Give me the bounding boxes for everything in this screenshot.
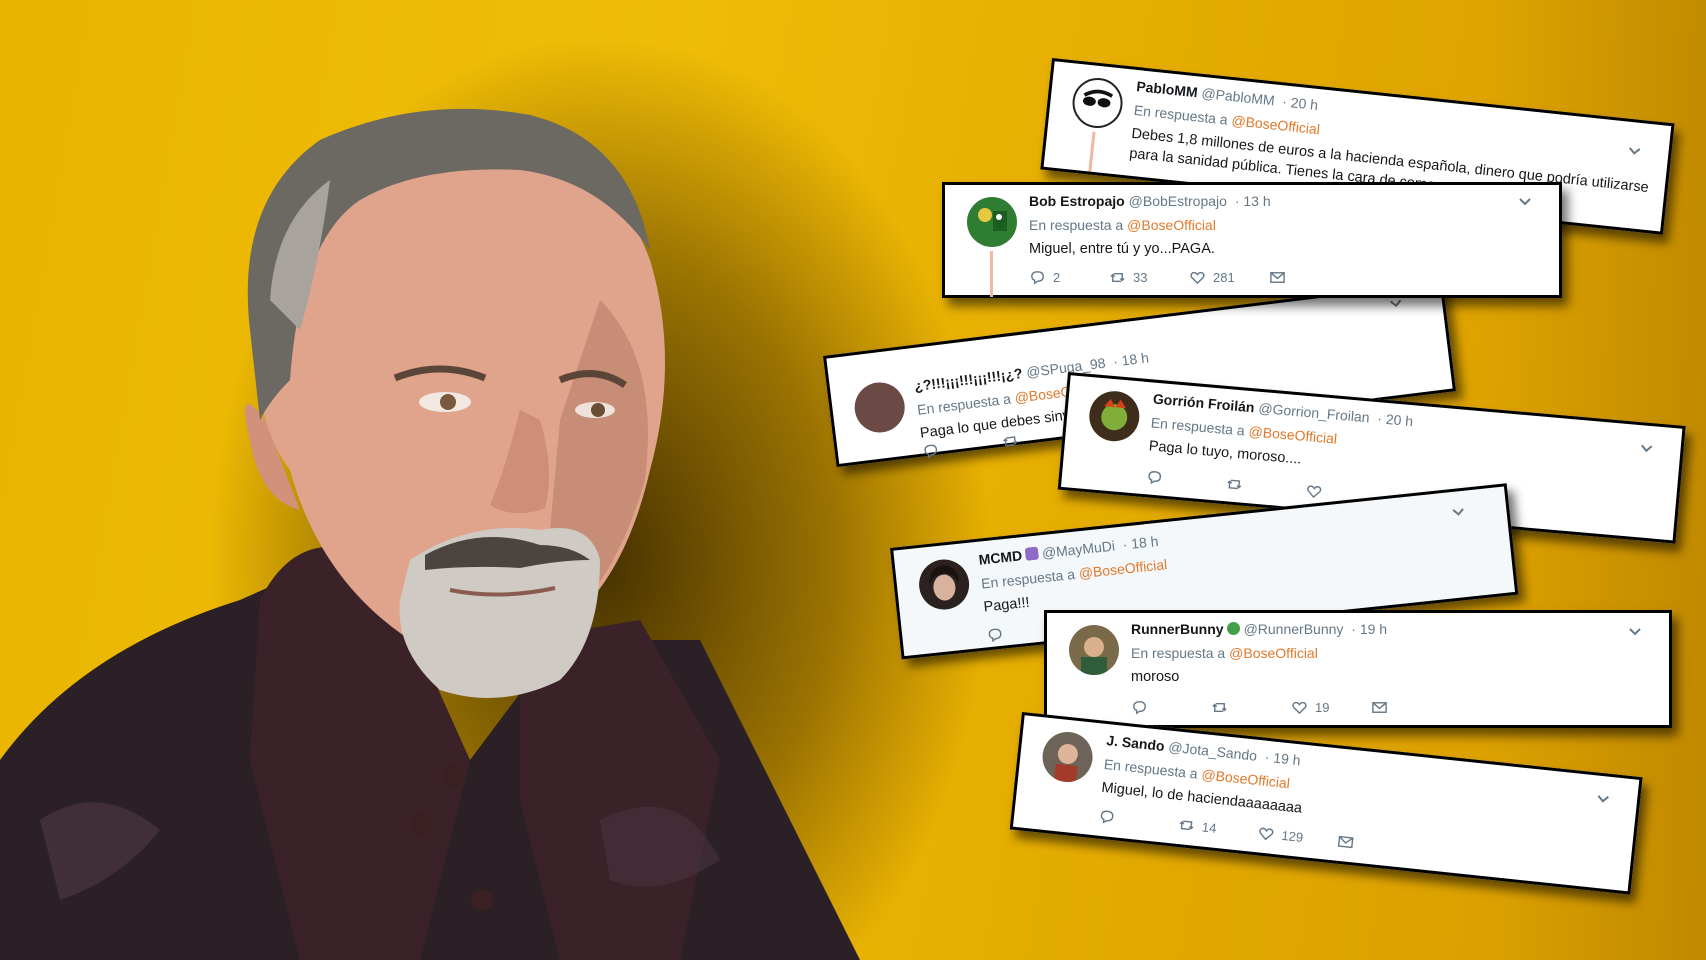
timestamp[interactable]: · 20 h bbox=[1282, 93, 1319, 113]
author-name[interactable]: Gorrión Froilán bbox=[1152, 391, 1255, 416]
tweet-text: Paga lo tuyo, moroso.... bbox=[1148, 438, 1303, 468]
avatar[interactable] bbox=[967, 197, 1017, 247]
author-name[interactable]: ¿?!!!¡¡¡!!!¡¡¡!!!¡¿? bbox=[913, 365, 1023, 394]
retweet-icon bbox=[1212, 703, 1227, 712]
timestamp[interactable]: · 19 h bbox=[1351, 621, 1387, 637]
chevron-down-icon[interactable] bbox=[1517, 193, 1533, 209]
like-button[interactable]: 129 bbox=[1257, 824, 1338, 849]
mail-icon bbox=[1337, 835, 1354, 849]
tweet-text: moroso bbox=[1131, 669, 1180, 685]
retweet-button[interactable] bbox=[1211, 699, 1291, 716]
reply-icon bbox=[988, 628, 1002, 643]
reply-icon bbox=[924, 444, 938, 459]
heart-icon bbox=[1259, 827, 1274, 841]
author-handle[interactable]: @Jota_Sando bbox=[1168, 739, 1258, 764]
octopus-emoji-icon bbox=[1024, 546, 1039, 561]
mention-link[interactable]: @BoseOfficial bbox=[1229, 645, 1318, 661]
retweet-icon bbox=[1110, 273, 1125, 282]
chevron-down-icon[interactable] bbox=[1594, 789, 1612, 807]
like-count: 19 bbox=[1315, 700, 1330, 715]
reply-button[interactable]: 2 bbox=[1029, 269, 1109, 286]
avatar[interactable] bbox=[1087, 389, 1142, 444]
heart-icon bbox=[1292, 701, 1307, 715]
mention-link[interactable]: @BoseOfficial bbox=[1201, 766, 1291, 791]
author-handle[interactable]: @RunnerBunny bbox=[1244, 621, 1344, 637]
tweet-actions: 19 bbox=[1131, 699, 1451, 716]
tweet-card[interactable]: Bob Estropajo @BobEstropajo · 13 h En res… bbox=[942, 182, 1562, 298]
retweet-count: 14 bbox=[1201, 819, 1218, 836]
retweet-icon bbox=[1179, 820, 1194, 831]
avatar[interactable] bbox=[1069, 625, 1119, 675]
dm-button[interactable] bbox=[1336, 833, 1417, 858]
timestamp[interactable]: · 18 h bbox=[1112, 349, 1149, 369]
author-handle[interactable]: @PabloMM bbox=[1201, 85, 1276, 109]
mail-icon bbox=[1372, 702, 1387, 713]
dm-button[interactable] bbox=[1371, 699, 1451, 716]
thread-line bbox=[1088, 131, 1096, 172]
timestamp[interactable]: · 19 h bbox=[1264, 749, 1301, 769]
shamrock-emoji-icon bbox=[1226, 622, 1240, 635]
heart-icon bbox=[1307, 485, 1322, 499]
retweet-button[interactable] bbox=[1225, 475, 1306, 499]
author-name[interactable]: J. Sando bbox=[1106, 732, 1166, 754]
reply-icon bbox=[1031, 271, 1044, 285]
timestamp[interactable]: · 20 h bbox=[1377, 410, 1414, 429]
author-name[interactable]: Bob Estropajo bbox=[1029, 193, 1125, 209]
author-name[interactable]: MCMD bbox=[978, 547, 1023, 567]
mention-link[interactable]: @BoseOfficial bbox=[1231, 112, 1321, 137]
reply-context: En respuesta a bbox=[980, 565, 1076, 592]
reply-button[interactable] bbox=[1098, 808, 1179, 833]
like-count: 129 bbox=[1280, 827, 1304, 846]
author-name[interactable]: RunnerBunny bbox=[1131, 621, 1224, 637]
thread-line bbox=[990, 251, 993, 297]
author-handle[interactable]: @Gorrion_Froilan bbox=[1258, 400, 1370, 426]
reply-context: En respuesta a bbox=[916, 390, 1012, 418]
timestamp[interactable]: · 13 h bbox=[1235, 193, 1271, 209]
reply-button[interactable] bbox=[1145, 468, 1226, 492]
retweet-count: 33 bbox=[1133, 270, 1148, 285]
like-button[interactable]: 281 bbox=[1189, 269, 1269, 286]
reply-button[interactable] bbox=[1131, 699, 1211, 716]
reply-context: En respuesta a bbox=[1029, 217, 1124, 233]
like-button[interactable]: 19 bbox=[1291, 699, 1371, 716]
retweet-icon bbox=[1003, 436, 1018, 447]
like-count: 281 bbox=[1213, 270, 1235, 285]
chevron-down-icon[interactable] bbox=[1626, 142, 1644, 160]
timestamp[interactable]: · 18 h bbox=[1122, 533, 1159, 553]
reply-context: En respuesta a bbox=[1103, 755, 1199, 782]
mention-link[interactable]: @BoseOfficial bbox=[1127, 217, 1216, 233]
author-handle[interactable]: @BobEstropajo bbox=[1129, 193, 1227, 209]
avatar[interactable] bbox=[1040, 729, 1096, 785]
retweet-icon bbox=[1227, 479, 1242, 490]
avatar[interactable] bbox=[851, 379, 908, 436]
reply-context: En respuesta a bbox=[1133, 101, 1229, 128]
chevron-down-icon[interactable] bbox=[1449, 503, 1467, 521]
mention-link[interactable]: @BoseOfficial bbox=[1248, 423, 1338, 447]
reply-context: En respuesta a bbox=[1131, 645, 1226, 661]
avatar[interactable] bbox=[1070, 75, 1126, 131]
reply-icon bbox=[1133, 701, 1146, 715]
dm-button[interactable] bbox=[1269, 269, 1349, 286]
author-handle[interactable]: @MayMuDi bbox=[1041, 538, 1116, 562]
heart-icon bbox=[1190, 271, 1205, 285]
mention-link[interactable]: @BoseOfficial bbox=[1078, 556, 1168, 581]
reply-icon bbox=[1100, 810, 1114, 824]
chevron-down-icon[interactable] bbox=[1627, 623, 1643, 639]
tweet-card[interactable]: RunnerBunny @RunnerBunny · 19 h En respue… bbox=[1044, 610, 1672, 728]
retweet-button[interactable]: 33 bbox=[1109, 269, 1189, 286]
portrait-photo bbox=[0, 108, 860, 960]
mail-icon bbox=[1270, 272, 1285, 283]
tweet-actions: 2 33 281 bbox=[1029, 269, 1349, 286]
reply-icon bbox=[1148, 471, 1162, 485]
tweet-text: Paga!!! bbox=[982, 594, 1031, 616]
author-name[interactable]: PabloMM bbox=[1136, 78, 1199, 100]
reply-context: En respuesta a bbox=[1150, 414, 1246, 439]
tweet-text: Miguel, entre tú y yo...PAGA. bbox=[1029, 241, 1215, 257]
avatar[interactable] bbox=[916, 557, 972, 613]
retweet-button[interactable]: 14 bbox=[1177, 816, 1258, 841]
reply-count: 2 bbox=[1053, 270, 1061, 285]
chevron-down-icon[interactable] bbox=[1638, 439, 1655, 456]
